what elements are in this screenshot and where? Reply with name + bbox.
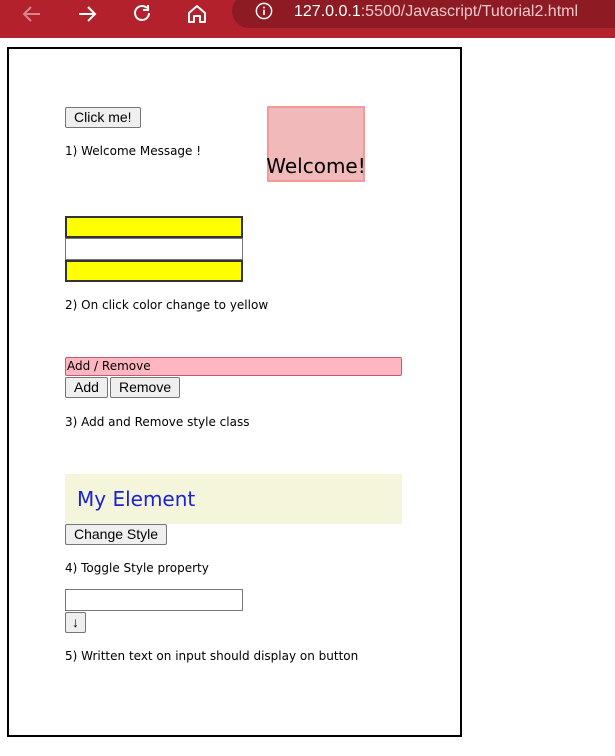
section5-caption: 5) Written text on input should display …: [65, 649, 359, 663]
my-element-text: My Element: [77, 487, 196, 511]
color-input-1[interactable]: [65, 216, 243, 238]
url-host: 127.0.0.1: [294, 3, 361, 20]
text-input[interactable]: [65, 589, 243, 611]
welcome-box: Welcome!: [266, 106, 366, 182]
reload-button[interactable]: [128, 0, 156, 28]
url-text[interactable]: 127.0.0.1:5500/Javascript/Tutorial2.html: [294, 3, 578, 21]
welcome-text: Welcome!: [266, 154, 366, 178]
click-me-button[interactable]: Click me!: [65, 107, 141, 128]
home-icon: [188, 5, 206, 23]
change-style-button[interactable]: Change Style: [65, 524, 168, 545]
url-path: :5500/Javascript/Tutorial2.html: [360, 3, 579, 20]
home-button[interactable]: [183, 0, 211, 28]
section4-caption: 4) Toggle Style property: [65, 561, 209, 575]
forward-button[interactable]: [73, 0, 101, 28]
display-text-button[interactable]: ↓: [65, 612, 86, 633]
section2-caption: 2) On click color change to yellow: [65, 298, 269, 312]
browser-toolbar: 127.0.0.1:5500/Javascript/Tutorial2.html: [0, 0, 615, 38]
reload-icon: [134, 5, 150, 21]
section3-caption: 3) Add and Remove style class: [65, 415, 250, 429]
info-icon[interactable]: [255, 2, 273, 20]
page-container: Click me! 1) Welcome Message ! Welcome! …: [7, 47, 462, 737]
color-input-2[interactable]: [65, 238, 243, 260]
back-button[interactable]: [18, 0, 46, 28]
forward-arrow-icon: [79, 6, 97, 22]
add-button[interactable]: Add: [65, 377, 108, 398]
back-arrow-icon: [22, 6, 40, 22]
my-element: My Element: [65, 474, 402, 524]
add-remove-input[interactable]: Add / Remove: [65, 357, 402, 376]
remove-button[interactable]: Remove: [110, 377, 181, 398]
color-input-3[interactable]: [65, 260, 243, 282]
section1-caption: 1) Welcome Message !: [65, 144, 202, 158]
